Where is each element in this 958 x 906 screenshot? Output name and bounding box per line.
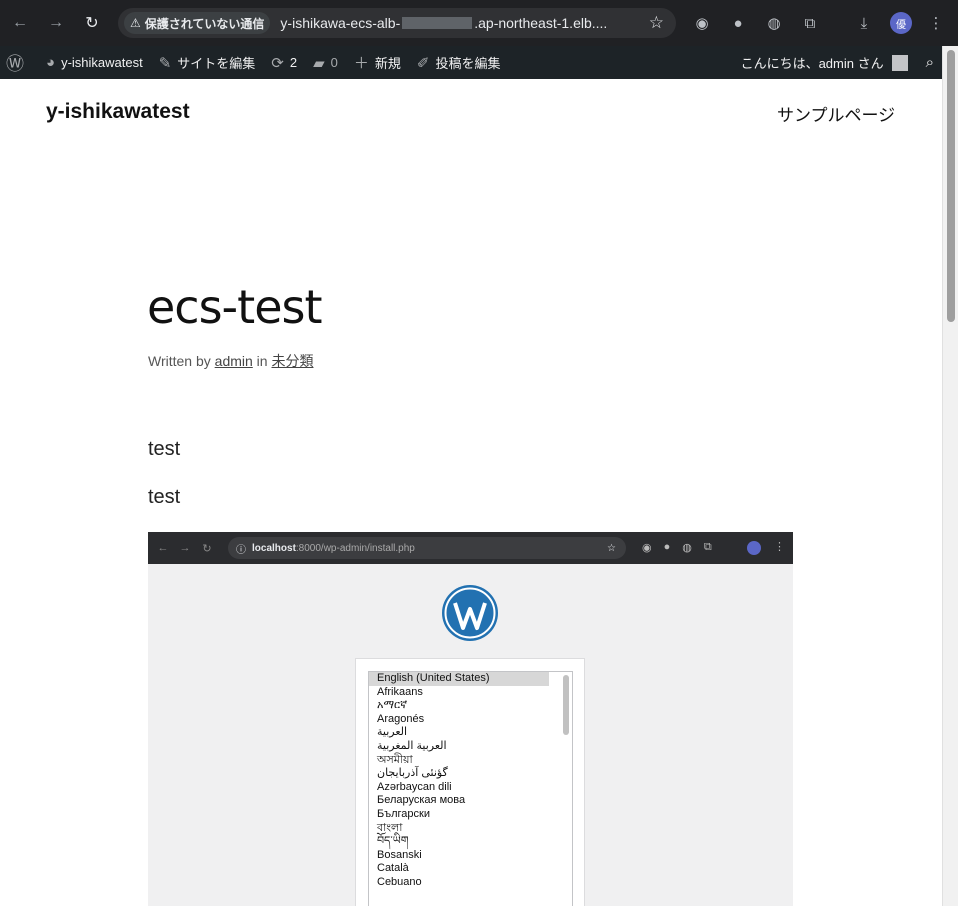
admin-bar-updates[interactable]: ⟳ 2: [271, 54, 297, 72]
language-option[interactable]: العربية المغربية: [369, 740, 572, 754]
menu-dots-icon[interactable]: ⋮: [926, 13, 946, 33]
language-option[interactable]: অসমীয়া: [369, 754, 572, 768]
language-option[interactable]: Aragonés: [369, 713, 572, 727]
embedded-browser-toolbar: ← → ↻ ⓘ localhost:8000/wp-admin/install.…: [148, 532, 793, 564]
url-redaction: [402, 17, 473, 29]
admin-bar-edit-post[interactable]: ✐ 投稿を編集: [417, 53, 501, 72]
post-paragraph: test: [148, 486, 181, 508]
listbox-scrollbar[interactable]: [563, 675, 569, 735]
language-option[interactable]: Azərbaycan dili: [369, 781, 572, 795]
download-icon[interactable]: ⤓: [854, 13, 874, 33]
security-label: 保護されていない通信: [144, 16, 265, 31]
plus-icon: ＋: [353, 55, 369, 72]
browser-toolbar: ← → ↻ ⚠ 保護されていない通信 y-ishikawa-ecs-alb- .…: [0, 0, 958, 46]
language-listbox[interactable]: English (United States) Afrikaans አማርኛ Arag…: [368, 671, 573, 906]
embedded-extension-icons: ◉ ● ◍ ⧉: [642, 541, 712, 554]
language-option[interactable]: বাংলা: [369, 822, 572, 836]
wp-admin-bar: Ⓦ ◕ y-ishikawatest ✎ サイトを編集 ⟳ 2 ▰ 0 ＋ 新規…: [0, 46, 942, 79]
language-option[interactable]: Български: [369, 808, 572, 822]
pencil-icon: ✐: [416, 54, 430, 72]
embedded-info-icon: ⓘ: [236, 544, 246, 556]
warning-icon: ⚠: [130, 16, 141, 30]
embedded-menu-icon: ⋮: [774, 541, 785, 553]
wordpress-logo-icon: [442, 585, 498, 641]
forward-arrow-icon[interactable]: →: [44, 11, 68, 35]
embedded-reload-icon: ↻: [202, 542, 212, 555]
embedded-url: localhost:8000/wp-admin/install.php: [252, 542, 415, 554]
author-link[interactable]: admin: [215, 353, 253, 369]
language-option[interactable]: گؤنئی آذربایجان: [369, 767, 572, 781]
post-title: ecs-test: [147, 280, 322, 334]
admin-bar-site-name[interactable]: ◕ y-ishikawatest: [46, 54, 143, 71]
language-option[interactable]: العربية: [369, 726, 572, 740]
language-option[interactable]: Bosanski: [369, 849, 572, 863]
post-paragraph: test: [148, 438, 181, 460]
admin-bar-greeting[interactable]: こんにちは、admin さん: [741, 53, 884, 72]
page-scrollbar[interactable]: [942, 46, 958, 906]
embedded-back-icon: ←: [157, 542, 169, 554]
wordpress-logo-icon[interactable]: Ⓦ: [6, 50, 24, 76]
embedded-star-icon: ☆: [607, 542, 616, 554]
embedded-bird-icon: ●: [663, 541, 671, 553]
admin-bar-edit-site[interactable]: ✎ サイトを編集: [159, 53, 256, 72]
nav-sample-page[interactable]: サンプルページ: [777, 101, 895, 126]
bookmark-star-icon[interactable]: ☆: [649, 13, 664, 33]
profile-avatar[interactable]: 優: [890, 12, 912, 34]
language-option[interactable]: Cebuano: [369, 876, 572, 890]
extension-bird-icon[interactable]: ●: [728, 13, 748, 33]
security-chip[interactable]: ⚠ 保護されていない通信: [124, 12, 271, 34]
brush-icon: ✎: [158, 54, 172, 72]
embedded-forward-icon: →: [179, 542, 191, 554]
reload-icon[interactable]: ↻: [80, 11, 104, 35]
language-option[interactable]: Беларуская мова: [369, 794, 572, 808]
url-suffix: .ap-northeast-1.elb....: [474, 15, 608, 31]
site-title[interactable]: y-ishikawatest: [46, 100, 190, 124]
address-bar[interactable]: ⚠ 保護されていない通信 y-ishikawa-ecs-alb- .ap-nor…: [118, 8, 676, 38]
url-text[interactable]: y-ishikawa-ecs-alb- .ap-northeast-1.elb.…: [280, 15, 607, 31]
search-icon[interactable]: ⌕: [926, 54, 934, 71]
embedded-profile-avatar: [747, 541, 761, 555]
url-prefix: y-ishikawa-ecs-alb-: [280, 15, 401, 31]
camera-icon[interactable]: ◉: [692, 13, 712, 33]
updates-icon: ⟳: [271, 54, 284, 72]
embedded-puzzle-icon: ⧉: [703, 541, 712, 553]
embedded-camera-icon: ◉: [642, 542, 652, 554]
avatar[interactable]: [891, 54, 908, 71]
language-option[interactable]: བོད་ཡིག: [369, 835, 572, 849]
dashboard-icon: ◕: [46, 54, 56, 71]
embedded-address-bar: ⓘ localhost:8000/wp-admin/install.php ☆: [228, 537, 626, 559]
language-option[interactable]: Català: [369, 862, 572, 876]
language-option[interactable]: Afrikaans: [369, 686, 572, 700]
language-option[interactable]: አማርኛ: [369, 699, 572, 713]
extension-palette-icon[interactable]: ◍: [764, 13, 784, 33]
admin-bar-new[interactable]: ＋ 新規: [354, 52, 401, 73]
post-meta: Written by admin in 未分類: [148, 353, 314, 369]
admin-bar-comments[interactable]: ▰ 0: [313, 54, 338, 72]
category-link[interactable]: 未分類: [271, 353, 313, 369]
comment-icon: ▰: [313, 54, 325, 72]
back-arrow-icon[interactable]: ←: [8, 11, 32, 35]
puzzle-icon[interactable]: ⧉: [800, 13, 820, 33]
embedded-palette-icon: ◍: [682, 542, 692, 554]
scrollbar-thumb[interactable]: [947, 50, 955, 322]
language-option[interactable]: English (United States): [369, 672, 549, 686]
language-select-panel: English (United States) Afrikaans አማርኛ Arag…: [355, 658, 585, 906]
post-image: ← → ↻ ⓘ localhost:8000/wp-admin/install.…: [148, 532, 793, 906]
